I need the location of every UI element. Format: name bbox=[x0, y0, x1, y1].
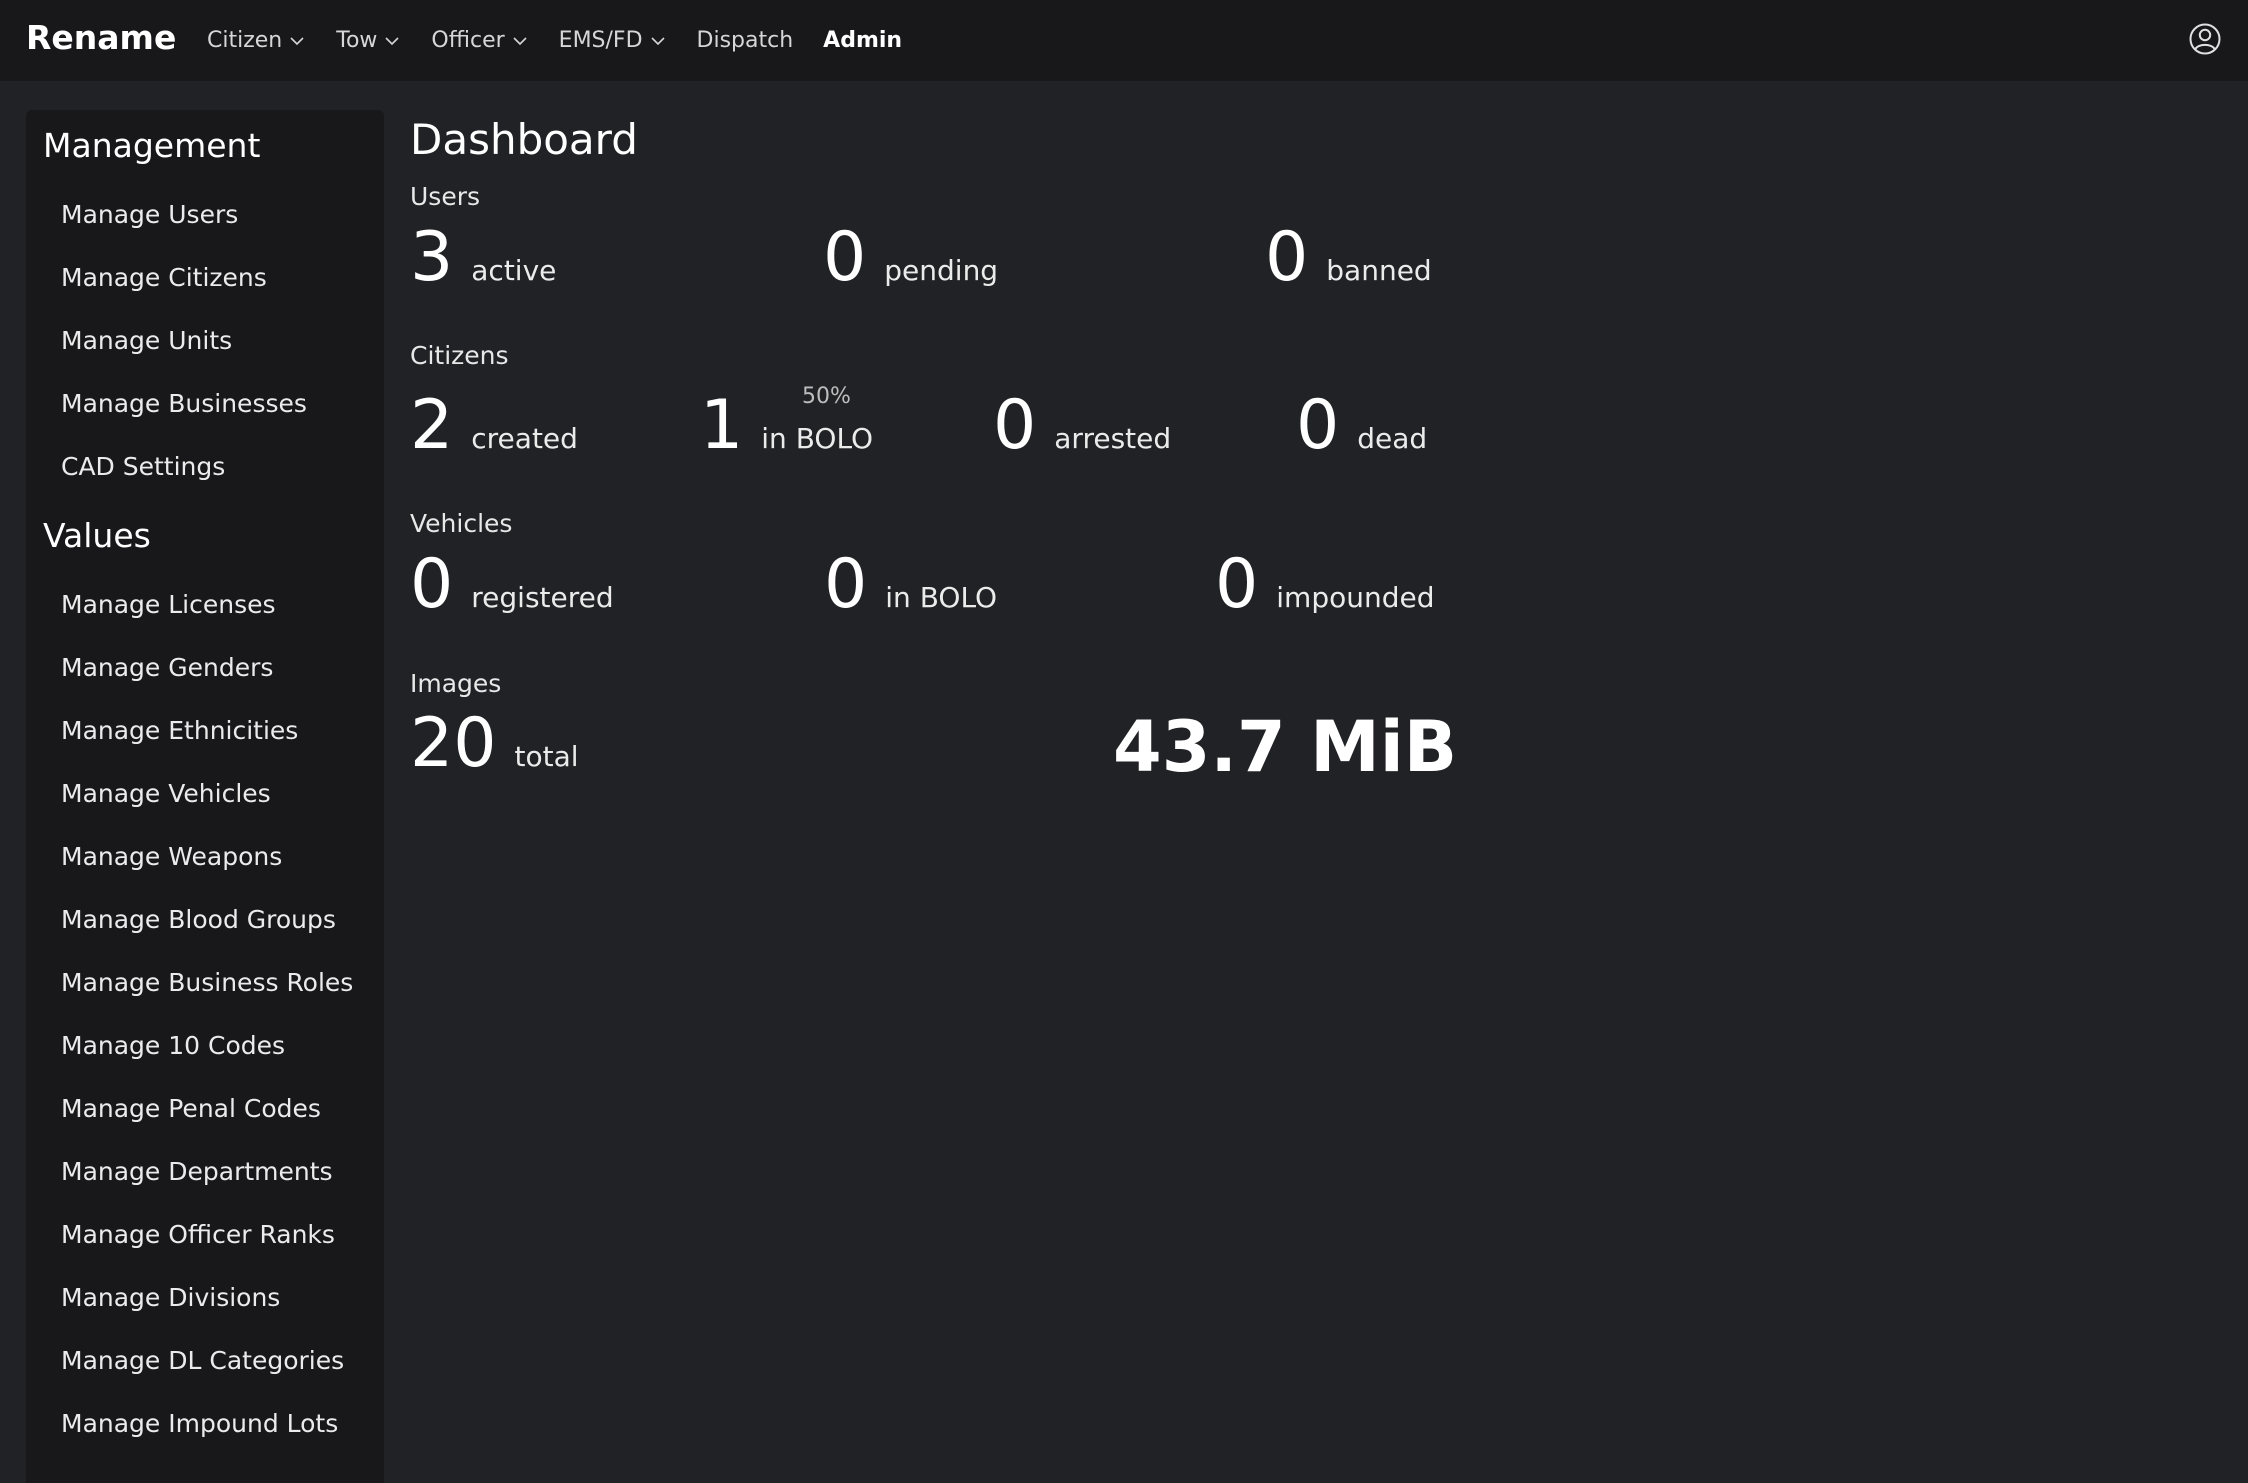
nav-tow-dropdown[interactable]: Tow bbox=[336, 28, 401, 53]
users-banned-label: banned bbox=[1326, 254, 1432, 287]
nav-dispatch-link[interactable]: Dispatch bbox=[697, 28, 794, 53]
nav-citizen-dropdown[interactable]: Citizen bbox=[207, 28, 306, 53]
sidebar-item-manage-genders[interactable]: Manage Genders bbox=[61, 653, 273, 682]
vehicles-impounded-stat: 0 impounded bbox=[1215, 551, 1435, 619]
users-banned-stat: 0 banned bbox=[1265, 224, 1432, 292]
citizens-arrested-stat: 0 arrested bbox=[993, 392, 1171, 460]
sidebar-item-manage-blood-groups[interactable]: Manage Blood Groups bbox=[61, 905, 336, 934]
sidebar-item-manage-citizens[interactable]: Manage Citizens bbox=[61, 263, 267, 292]
users-pending-count: 0 bbox=[823, 218, 867, 297]
sidebar-item-manage-businesses[interactable]: Manage Businesses bbox=[61, 389, 307, 418]
chevron-down-icon bbox=[650, 36, 665, 45]
nav-officer-dropdown[interactable]: Officer bbox=[431, 28, 528, 53]
sidebar-item-manage-business-roles[interactable]: Manage Business Roles bbox=[61, 968, 353, 997]
sidebar-item-manage-units[interactable]: Manage Units bbox=[61, 326, 232, 355]
images-total-size: 43.7 MiB bbox=[1113, 706, 1458, 788]
sidebar-item-cad-settings[interactable]: CAD Settings bbox=[61, 452, 225, 481]
nav-admin-link[interactable]: Admin bbox=[823, 28, 902, 53]
nav-tow-label: Tow bbox=[336, 28, 378, 53]
vehicles-impounded-count: 0 bbox=[1215, 545, 1259, 624]
users-active-stat: 3 active bbox=[410, 224, 556, 292]
citizens-dead-count: 0 bbox=[1296, 386, 1340, 465]
sidebar-item-manage-10-codes[interactable]: Manage 10 Codes bbox=[61, 1031, 285, 1060]
nav-emsfd-label: EMS/FD bbox=[558, 28, 643, 53]
sidebar-item-manage-licenses[interactable]: Manage Licenses bbox=[61, 590, 276, 619]
vehicles-registered-count: 0 bbox=[410, 545, 454, 624]
vehicles-bolo-label: in BOLO bbox=[885, 581, 998, 614]
values-heading: Values bbox=[43, 516, 151, 555]
images-section-label: Images bbox=[410, 669, 502, 698]
sidebar-item-manage-impound-lots[interactable]: Manage Impound Lots bbox=[61, 1409, 338, 1438]
sidebar-item-manage-users[interactable]: Manage Users bbox=[61, 200, 238, 229]
vehicles-registered-stat: 0 registered bbox=[410, 551, 614, 619]
brand-logo-text[interactable]: Rename bbox=[26, 18, 176, 57]
users-active-label: active bbox=[471, 254, 557, 287]
citizens-bolo-label: in BOLO bbox=[761, 422, 874, 455]
chevron-down-icon bbox=[513, 36, 527, 45]
nav-admin-label: Admin bbox=[823, 28, 903, 53]
users-active-count: 3 bbox=[410, 218, 454, 297]
citizens-arrested-label: arrested bbox=[1054, 422, 1172, 455]
citizens-dead-stat: 0 dead bbox=[1296, 392, 1427, 460]
sidebar-item-manage-departments[interactable]: Manage Departments bbox=[61, 1157, 333, 1186]
citizens-created-count: 2 bbox=[410, 386, 454, 465]
sidebar-item-manage-weapons[interactable]: Manage Weapons bbox=[61, 842, 282, 871]
citizens-dead-label: dead bbox=[1357, 422, 1428, 455]
page-title: Dashboard bbox=[410, 115, 638, 164]
main-nav: Citizen Tow Officer EMS/FD Dispatch Admi… bbox=[207, 0, 932, 81]
user-circle-icon[interactable] bbox=[2188, 22, 2222, 56]
citizens-created-label: created bbox=[471, 422, 578, 455]
users-pending-label: pending bbox=[884, 254, 999, 287]
users-section-label: Users bbox=[410, 182, 481, 211]
sidebar-item-manage-divisions[interactable]: Manage Divisions bbox=[61, 1283, 280, 1312]
sidebar-item-manage-penal-codes[interactable]: Manage Penal Codes bbox=[61, 1094, 321, 1123]
sidebar-item-manage-dl-categories[interactable]: Manage DL Categories bbox=[61, 1346, 344, 1375]
images-total-label: total bbox=[514, 740, 579, 773]
citizens-bolo-count: 1 bbox=[700, 386, 744, 465]
images-total-stat: 20 total bbox=[410, 710, 579, 778]
sidebar-item-manage-officer-ranks[interactable]: Manage Officer Ranks bbox=[61, 1220, 335, 1249]
vehicles-section-label: Vehicles bbox=[410, 509, 513, 538]
citizens-arrested-count: 0 bbox=[993, 386, 1037, 465]
admin-sidebar: Management Manage Users Manage Citizens … bbox=[26, 110, 384, 1483]
vehicles-impounded-label: impounded bbox=[1276, 581, 1435, 614]
nav-citizen-label: Citizen bbox=[207, 28, 283, 53]
citizens-bolo-stat: 1 in BOLO bbox=[700, 392, 873, 460]
vehicles-bolo-count: 0 bbox=[824, 545, 868, 624]
users-pending-stat: 0 pending bbox=[823, 224, 998, 292]
chevron-down-icon bbox=[385, 36, 399, 45]
sidebar-item-manage-ethnicities[interactable]: Manage Ethnicities bbox=[61, 716, 298, 745]
nav-emsfd-dropdown[interactable]: EMS/FD bbox=[559, 28, 667, 53]
citizens-created-stat: 2 created bbox=[410, 392, 578, 460]
nav-dispatch-label: Dispatch bbox=[696, 28, 794, 53]
nav-officer-label: Officer bbox=[431, 28, 505, 53]
vehicles-registered-label: registered bbox=[471, 581, 614, 614]
citizens-section-label: Citizens bbox=[410, 341, 509, 370]
images-total-count: 20 bbox=[410, 704, 497, 783]
chevron-down-icon bbox=[290, 36, 304, 45]
vehicles-bolo-stat: 0 in BOLO bbox=[824, 551, 997, 619]
users-banned-count: 0 bbox=[1265, 218, 1309, 297]
management-heading: Management bbox=[43, 126, 261, 165]
top-navbar: Rename Citizen Tow Officer EMS/FD Dispat… bbox=[0, 0, 2248, 81]
sidebar-item-manage-vehicles[interactable]: Manage Vehicles bbox=[61, 779, 271, 808]
